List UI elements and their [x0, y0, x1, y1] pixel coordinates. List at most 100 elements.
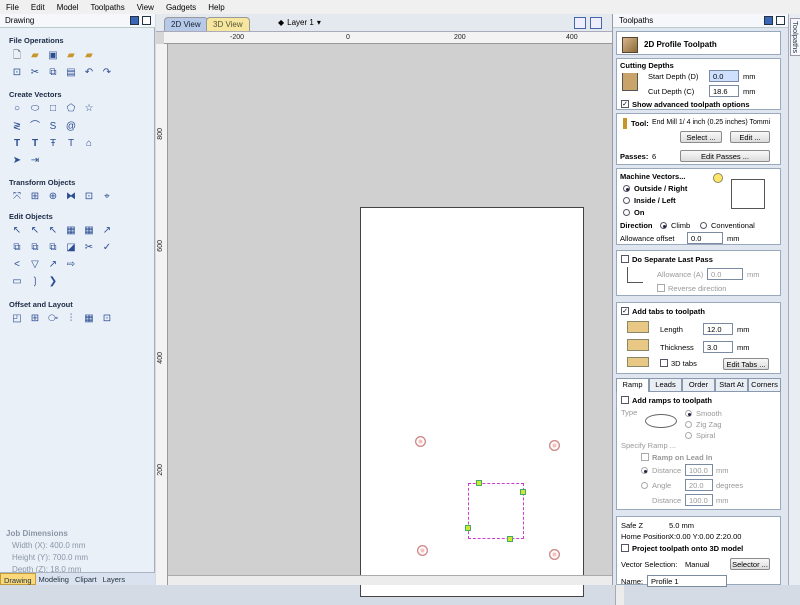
rotate-icon[interactable]: ⌖	[100, 190, 114, 204]
new-file-icon[interactable]: 🗋	[10, 49, 24, 63]
paste-icon[interactable]: ▤	[64, 66, 78, 80]
menu-model[interactable]: Model	[57, 3, 79, 12]
smooth-icon[interactable]: ↗	[100, 224, 114, 238]
add-ramps-checkbox[interactable]	[621, 396, 629, 404]
align-icon[interactable]: ⊞	[28, 190, 42, 204]
layer-selector[interactable]: ◆ Layer 1 ▾	[278, 18, 321, 27]
circle-icon[interactable]: ○	[10, 102, 24, 116]
add-tabs-checkbox[interactable]: ✓	[621, 307, 629, 315]
node-edit-icon[interactable]: ↖	[28, 224, 42, 238]
view-settings-icon[interactable]	[590, 17, 602, 29]
rectangle-icon[interactable]: □	[46, 102, 60, 116]
menu-view[interactable]: View	[137, 3, 154, 12]
allowance-offset-input[interactable]: 0.0	[687, 232, 723, 244]
tool-select-button[interactable]: Select ...	[680, 131, 722, 143]
chevron-right-icon[interactable]: ❯	[46, 275, 60, 289]
tab-start-at[interactable]: Start At	[715, 378, 748, 392]
closed-vector-icon[interactable]: ▭	[10, 275, 24, 289]
tab-modeling[interactable]: Modeling	[36, 573, 72, 585]
ramp-angle-radio[interactable]	[641, 482, 648, 489]
select-icon[interactable]: ↖	[10, 224, 24, 238]
extend-icon[interactable]: ✓	[100, 241, 114, 255]
join-icon[interactable]: ▽	[28, 258, 42, 272]
tab-handle[interactable]	[520, 489, 526, 495]
tab-ramp[interactable]: Ramp	[616, 378, 649, 392]
cut-depth-input[interactable]: 18.6	[709, 85, 739, 97]
menu-file[interactable]: File	[6, 3, 19, 12]
3d-tabs-checkbox[interactable]	[660, 359, 668, 367]
edit-passes-button[interactable]: Edit Passes ...	[680, 150, 770, 162]
job-setup-icon[interactable]: ⊡	[10, 66, 24, 80]
conventional-radio[interactable]	[700, 222, 707, 229]
circle-vector[interactable]	[417, 545, 428, 556]
weld-icon[interactable]: ⧉	[10, 241, 24, 255]
import-icon[interactable]: ▰	[82, 49, 96, 63]
ramp-distance2-input[interactable]: 100.0	[685, 494, 713, 506]
drawing-canvas[interactable]	[168, 44, 624, 605]
offset-icon[interactable]: ◰	[10, 312, 24, 326]
tab-handle[interactable]	[465, 525, 471, 531]
nest-icon[interactable]: ⫶	[64, 312, 78, 326]
edit-tabs-button[interactable]: Edit Tabs ...	[723, 358, 769, 370]
curve-icon[interactable]: S	[46, 120, 60, 134]
mirror-icon[interactable]: ⧓	[64, 190, 78, 204]
last-pass-allowance-input[interactable]: 0.0	[707, 268, 743, 280]
array-icon[interactable]: ⊞	[28, 312, 42, 326]
menu-help[interactable]: Help	[208, 3, 224, 12]
selector-button[interactable]: Selector ...	[730, 558, 770, 570]
text-on-curve-icon[interactable]: Ŧ	[46, 137, 60, 151]
on-radio[interactable]	[623, 209, 630, 216]
reverse-direction-checkbox[interactable]	[657, 284, 665, 292]
ramp-angle-input[interactable]: 20.0	[685, 479, 713, 491]
intersect-icon[interactable]: ⧉	[46, 241, 60, 255]
spiral-radio[interactable]	[685, 432, 692, 439]
center-icon[interactable]: ⊕	[46, 190, 60, 204]
selected-rectangle-vector[interactable]	[468, 483, 524, 539]
scissors-icon[interactable]: ✂	[82, 241, 96, 255]
tab-drawing[interactable]: Drawing	[0, 573, 36, 585]
corner-icon[interactable]: <	[10, 258, 24, 272]
open-folder-icon[interactable]: ▰	[28, 49, 42, 63]
auto-text-icon[interactable]: T	[28, 137, 42, 151]
copy-along-icon[interactable]: ⧂	[46, 312, 60, 326]
close-icon[interactable]	[776, 16, 785, 25]
tab-length-input[interactable]: 12.0	[703, 323, 733, 335]
tab-handle[interactable]	[476, 480, 482, 486]
fillet-icon[interactable]: ◪	[64, 241, 78, 255]
menu-toolpaths[interactable]: Toolpaths	[90, 3, 124, 12]
tab-clipart[interactable]: Clipart	[72, 573, 100, 585]
ellipse-icon[interactable]: ⬭	[28, 102, 42, 116]
menu-edit[interactable]: Edit	[31, 3, 45, 12]
polyline-icon[interactable]: ≷	[10, 120, 24, 134]
close-icon[interactable]	[142, 16, 151, 25]
open-vector-icon[interactable]: ❳	[28, 275, 42, 289]
text-icon[interactable]: T	[10, 137, 24, 151]
zigzag-radio[interactable]	[685, 421, 692, 428]
ramp-distance-radio[interactable]	[641, 467, 648, 474]
measure-icon[interactable]: ⇥	[28, 154, 42, 168]
subtract-icon[interactable]: ⧉	[28, 241, 42, 255]
circle-vector[interactable]	[415, 436, 426, 447]
tab-3d-view[interactable]: 3D View	[206, 17, 250, 31]
pin-icon[interactable]	[764, 16, 773, 25]
tab-thickness-input[interactable]: 3.0	[703, 341, 733, 353]
show-advanced-checkbox[interactable]: ✓	[621, 100, 629, 108]
pin-icon[interactable]	[130, 16, 139, 25]
dimension-icon[interactable]: T	[64, 137, 78, 151]
side-tab-toolpaths[interactable]: Toolpaths	[790, 18, 800, 57]
trim-icon[interactable]: ↖	[46, 224, 60, 238]
start-depth-input[interactable]: 0.0	[709, 70, 739, 82]
arc-icon[interactable]: ⌒	[28, 120, 42, 134]
cut-icon[interactable]: ✂	[28, 66, 42, 80]
spiral-icon[interactable]: @	[64, 120, 78, 134]
bitmap-trace-icon[interactable]: ➤	[10, 154, 24, 168]
move-icon[interactable]: ⤧	[10, 190, 24, 204]
group-icon[interactable]: ▦	[64, 224, 78, 238]
ramp-distance-input[interactable]: 100.0	[685, 464, 713, 476]
tab-corners[interactable]: Corners	[748, 378, 781, 392]
copy-icon[interactable]: ⧉	[46, 66, 60, 80]
circle-vector[interactable]	[549, 440, 560, 451]
dogbone-icon[interactable]: ↗	[46, 258, 60, 272]
text-arc-icon[interactable]: ⌂	[82, 137, 96, 151]
smooth-radio[interactable]	[685, 410, 692, 417]
